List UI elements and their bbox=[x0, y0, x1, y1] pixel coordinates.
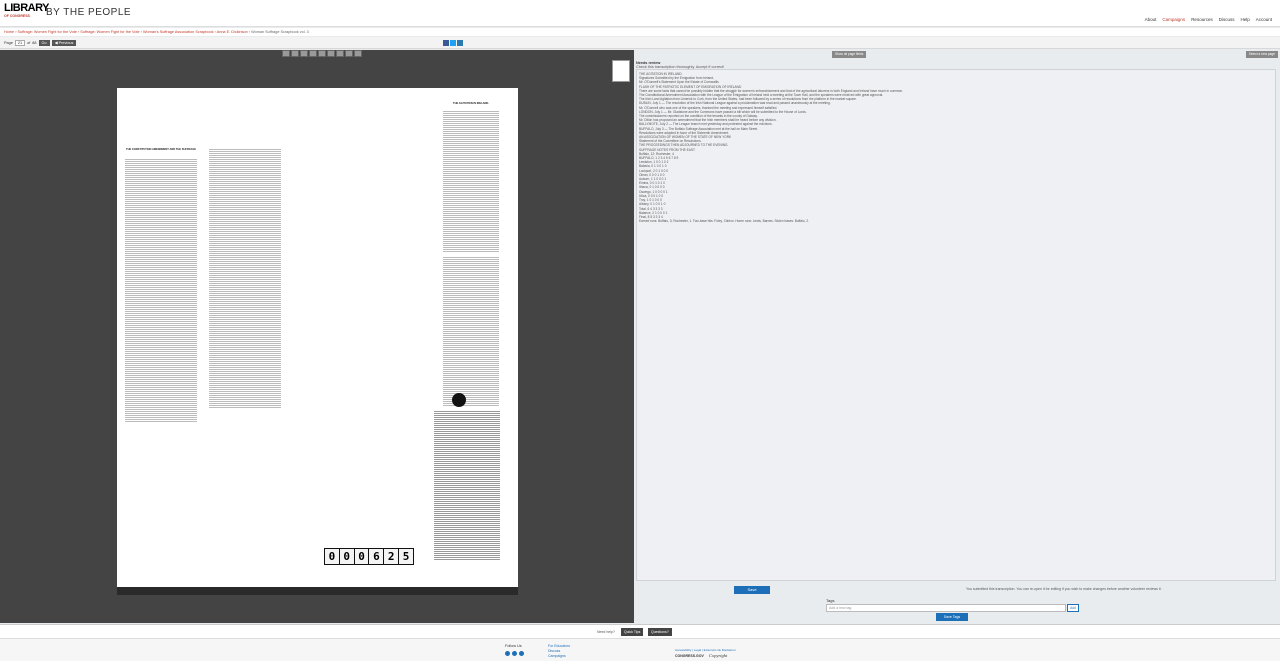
clip-column-5 bbox=[443, 110, 499, 253]
clip-column-7 bbox=[434, 410, 500, 560]
transcription-textarea[interactable]: THE AGITATION IN IRELAND. Signatures Subm… bbox=[636, 69, 1276, 581]
rotate-left-icon[interactable] bbox=[300, 50, 308, 57]
breadcrumb-item[interactable]: Woman's Suffrage Association Scrapbook bbox=[143, 30, 213, 34]
site-header: LIBRARY OF CONGRESS BY THE PEOPLE About … bbox=[0, 0, 1280, 27]
save-button[interactable]: Save bbox=[734, 586, 770, 594]
counter-digit: 2 bbox=[384, 549, 399, 564]
copyright-logo[interactable]: Copyright bbox=[709, 653, 727, 658]
save-tags-button[interactable]: Save Tags bbox=[936, 613, 968, 621]
footer-link-educators[interactable]: For Educators bbox=[548, 644, 570, 648]
quick-tips-button[interactable]: Quick Tips bbox=[621, 628, 644, 636]
tag-input[interactable]: Add a new tag bbox=[826, 604, 1066, 612]
breadcrumb-project[interactable]: Suffrage: Women Fight for the Vote bbox=[80, 30, 139, 34]
nav-account[interactable]: Account bbox=[1256, 17, 1272, 22]
nav-help[interactable]: Help bbox=[1240, 17, 1249, 22]
logo-sub: OF CONGRESS bbox=[4, 14, 30, 18]
clip-heading-right: THE AGITATION IN IRELAND. bbox=[453, 102, 489, 105]
submitted-note: You submitted this transcription. You ca… bbox=[966, 587, 1162, 591]
clip-column-6 bbox=[443, 256, 499, 406]
site-footer: Follow Us For Educators Discuss Campaign… bbox=[0, 638, 1280, 661]
footer-legal[interactable]: Accessibility | Legal | External Link Di… bbox=[675, 648, 736, 652]
follow-us: Follow Us bbox=[505, 644, 522, 648]
page-toolbar: Page 21 of 88 Go ◀ Previous bbox=[0, 37, 1280, 49]
logo-text: LIBRARY bbox=[4, 2, 49, 14]
facebook-icon[interactable] bbox=[443, 40, 449, 46]
need-help-text: Need help? bbox=[597, 630, 615, 634]
transcription-panel: Show all page fields Select a new page N… bbox=[634, 50, 1280, 623]
footer-social bbox=[505, 651, 524, 656]
nav-resources[interactable]: Resources bbox=[1191, 17, 1213, 22]
help-strip: Need help? Quick Tips Questions? bbox=[0, 624, 1280, 638]
page-total: 88 bbox=[32, 41, 37, 45]
twitter-icon[interactable] bbox=[450, 40, 456, 46]
filter-icon[interactable] bbox=[345, 50, 353, 57]
congress-gov-logo[interactable]: CONGRESS.GOV bbox=[675, 654, 704, 658]
ink-blot bbox=[452, 393, 466, 407]
zoom-in-icon[interactable] bbox=[282, 50, 290, 57]
zoom-out-icon[interactable] bbox=[291, 50, 299, 57]
download-icon[interactable] bbox=[354, 50, 362, 57]
counter-digit: 0 bbox=[354, 549, 369, 564]
add-tag-button[interactable]: Add bbox=[1067, 604, 1079, 612]
panel-top-bar: Show all page fields Select a new page bbox=[634, 50, 1280, 60]
nav-about[interactable]: About bbox=[1145, 17, 1157, 22]
counter-digit: 0 bbox=[325, 549, 339, 564]
loc-logo[interactable]: LIBRARY OF CONGRESS bbox=[4, 2, 49, 25]
counter-digit: 0 bbox=[339, 549, 354, 564]
share-icons bbox=[443, 40, 463, 46]
go-button[interactable]: Go bbox=[38, 40, 50, 46]
footer-link-discuss[interactable]: Discuss bbox=[548, 649, 570, 653]
page-label: Page bbox=[4, 41, 13, 45]
transcription-line: Earned runs: Buffalo, 3; Rochester, 1. T… bbox=[639, 219, 810, 224]
clip-column-2 bbox=[125, 268, 197, 423]
site-brand[interactable]: BY THE PEOPLE bbox=[46, 7, 131, 18]
flip-icon[interactable] bbox=[336, 50, 344, 57]
clip-column-4 bbox=[209, 148, 281, 280]
select-page-button[interactable]: Select a new page bbox=[1245, 51, 1278, 58]
frame-counter: 0 0 0 6 2 5 bbox=[324, 548, 414, 565]
fullscreen-icon[interactable] bbox=[327, 50, 335, 57]
scanned-page: THE CONSTITUTION AMENDMENT AND THE SUFFR… bbox=[117, 88, 518, 593]
facebook-icon[interactable] bbox=[505, 651, 510, 656]
link-icon[interactable] bbox=[457, 40, 463, 46]
breadcrumb-current: Woman Suffrage Scrapbook vol. 3 bbox=[251, 30, 309, 34]
tags-label: Tags bbox=[826, 598, 835, 603]
breadcrumb-subitem[interactable]: Anna E. Dickinson bbox=[217, 30, 248, 34]
film-edge bbox=[117, 587, 518, 595]
nav-discuss[interactable]: Discuss bbox=[1219, 17, 1235, 22]
counter-digit: 5 bbox=[399, 549, 413, 564]
navigator-thumbnail[interactable] bbox=[612, 60, 630, 82]
home-icon[interactable] bbox=[318, 50, 326, 57]
previous-button[interactable]: ◀ Previous bbox=[51, 40, 77, 46]
review-status: Needs review Check this transcription th… bbox=[636, 61, 724, 69]
footer-links: For Educators Discuss Campaigns bbox=[548, 644, 570, 658]
top-nav: About Campaigns Resources Discuss Help A… bbox=[1145, 17, 1272, 22]
breadcrumb: Home › Suffrage: Women Fight for the Vot… bbox=[0, 28, 1280, 36]
rotate-right-icon[interactable] bbox=[309, 50, 317, 57]
clip-heading-left: THE CONSTITUTION AMENDMENT AND THE SUFFR… bbox=[126, 148, 196, 151]
questions-button[interactable]: Questions? bbox=[648, 628, 672, 636]
counter-digit: 6 bbox=[369, 549, 384, 564]
show-all-button[interactable]: Show all page fields bbox=[832, 51, 867, 58]
nav-campaigns[interactable]: Campaigns bbox=[1162, 17, 1185, 22]
breadcrumb-home[interactable]: Home bbox=[4, 30, 14, 34]
image-viewer[interactable]: THE CONSTITUTION AMENDMENT AND THE SUFFR… bbox=[0, 50, 634, 623]
page-of: of bbox=[27, 41, 31, 45]
viewer-tools bbox=[282, 50, 362, 57]
twitter-icon[interactable] bbox=[512, 651, 517, 656]
page-number-input[interactable]: 21 bbox=[14, 40, 26, 46]
footer-link-campaigns[interactable]: Campaigns bbox=[548, 654, 570, 658]
instagram-icon[interactable] bbox=[519, 651, 524, 656]
page-controls: Page 21 of 88 Go ◀ Previous bbox=[4, 40, 77, 46]
breadcrumb-campaign[interactable]: Suffrage: Women Fight for the Vote bbox=[18, 30, 77, 34]
